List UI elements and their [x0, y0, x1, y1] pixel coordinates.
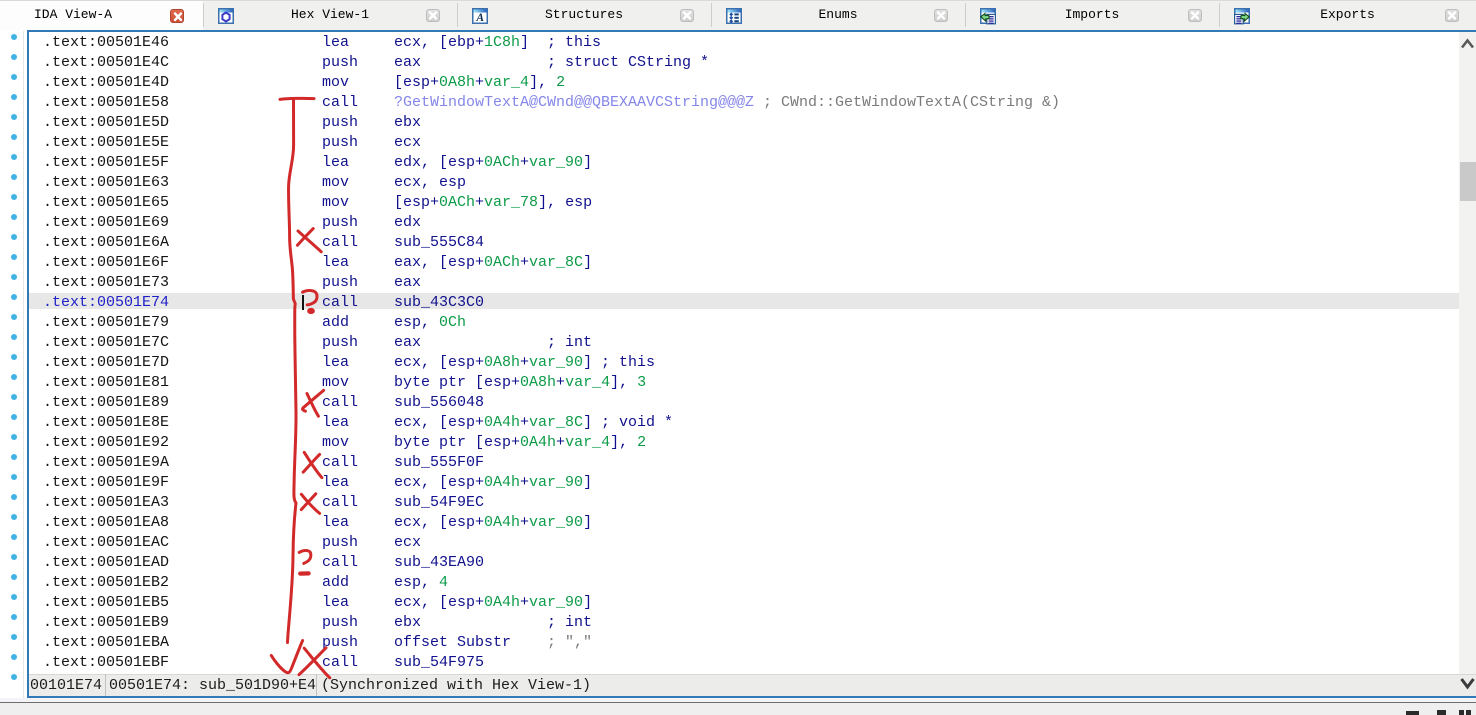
- svg-text:A: A: [475, 12, 484, 24]
